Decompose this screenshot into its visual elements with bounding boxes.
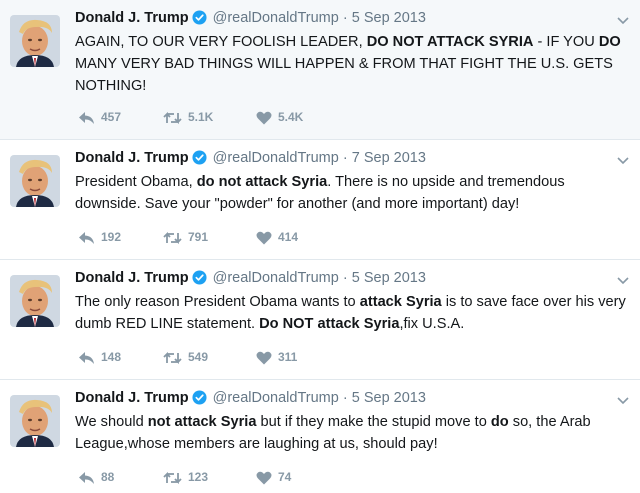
tweet-text: President Obama, do not attack Syria. Th…	[75, 171, 626, 215]
avatar[interactable]	[10, 395, 60, 447]
display-name[interactable]: Donald J. Trump	[75, 390, 189, 406]
like-count: 414	[278, 230, 299, 244]
heart-icon	[256, 471, 272, 485]
bold-text-segment: do not attack Syria	[196, 174, 328, 190]
text-segment: AGAIN, TO OUR VERY FOOLISH LEADER,	[75, 34, 367, 50]
reply-button[interactable]: 148	[78, 350, 121, 365]
separator: ·	[342, 270, 348, 286]
avatar[interactable]	[10, 275, 60, 327]
retweet-icon	[163, 231, 182, 245]
tweet-header: Donald J. Trump @realDonaldTrump · 5 Sep…	[75, 390, 600, 409]
bold-text-segment: DO	[598, 34, 621, 50]
reply-button[interactable]: 88	[78, 470, 114, 485]
tweet-header: Donald J. Trump @realDonaldTrump · 7 Sep…	[75, 150, 600, 169]
tweet-header: Donald J. Trump @realDonaldTrump · 5 Sep…	[75, 270, 600, 289]
verified-badge-icon	[192, 390, 207, 409]
reply-button[interactable]: 192	[78, 230, 121, 245]
text-segment: President Obama,	[75, 174, 197, 190]
tweet-text: The only reason President Obama wants to…	[75, 291, 626, 335]
like-count: 5.4K	[278, 110, 304, 124]
verified-badge-icon	[192, 10, 207, 29]
text-segment: We should	[75, 414, 148, 430]
timestamp[interactable]: 5 Sep 2013	[352, 270, 426, 286]
reply-icon	[79, 472, 94, 484]
timestamp[interactable]: 7 Sep 2013	[352, 150, 426, 166]
retweet-count: 123	[188, 470, 209, 484]
reply-icon	[79, 232, 94, 244]
verified-badge-icon	[192, 270, 207, 289]
tweet-text: AGAIN, TO OUR VERY FOOLISH LEADER, DO NO…	[75, 31, 626, 97]
heart-icon	[256, 351, 272, 365]
chevron-down-icon[interactable]	[616, 272, 630, 290]
avatar[interactable]	[10, 15, 60, 67]
separator: ·	[342, 10, 348, 26]
avatar[interactable]	[10, 155, 60, 207]
retweet-count: 549	[188, 350, 209, 364]
like-button[interactable]: 5.4K	[256, 110, 303, 125]
like-button[interactable]: 414	[256, 230, 298, 245]
timestamp[interactable]: 5 Sep 2013	[352, 10, 426, 26]
retweet-button[interactable]: 5.1K	[163, 110, 213, 125]
like-count: 74	[278, 470, 292, 484]
reply-button[interactable]: 457	[78, 110, 121, 125]
separator: ·	[342, 390, 348, 406]
tweet[interactable]: Donald J. Trump @realDonaldTrump · 7 Sep…	[0, 140, 640, 260]
retweet-icon	[163, 471, 182, 485]
bold-text-segment: not attack Syria	[147, 414, 257, 430]
bold-text-segment: Do NOT attack Syria	[259, 316, 400, 332]
text-segment: MANY VERY BAD THINGS WILL HAPPEN & FROM …	[75, 56, 613, 94]
separator: ·	[342, 150, 348, 166]
display-name[interactable]: Donald J. Trump	[75, 270, 189, 286]
heart-icon	[256, 111, 272, 125]
timestamp[interactable]: 5 Sep 2013	[352, 390, 426, 406]
bold-text-segment: attack Syria	[359, 294, 442, 310]
display-name[interactable]: Donald J. Trump	[75, 10, 189, 26]
tweet-text: We should not attack Syria but if they m…	[75, 411, 626, 455]
retweet-icon	[163, 111, 182, 125]
retweet-count: 791	[188, 230, 209, 244]
display-name[interactable]: Donald J. Trump	[75, 150, 189, 166]
like-count: 311	[278, 350, 298, 364]
handle[interactable]: @realDonaldTrump	[213, 10, 339, 26]
chevron-down-icon[interactable]	[616, 12, 630, 30]
like-button[interactable]: 74	[256, 470, 291, 485]
tweet-header: Donald J. Trump @realDonaldTrump · 5 Sep…	[75, 10, 600, 29]
tweet[interactable]: Donald J. Trump @realDonaldTrump · 5 Sep…	[0, 380, 640, 493]
reply-count: 148	[101, 350, 122, 364]
retweet-count: 5.1K	[188, 110, 214, 124]
tweet-feed: Donald J. Trump @realDonaldTrump · 5 Sep…	[0, 0, 640, 493]
reply-count: 457	[101, 110, 122, 124]
reply-count: 88	[101, 470, 115, 484]
verified-badge-icon	[192, 150, 207, 169]
tweet[interactable]: Donald J. Trump @realDonaldTrump · 5 Sep…	[0, 260, 640, 380]
retweet-button[interactable]: 123	[163, 470, 208, 485]
reply-icon	[79, 112, 94, 124]
handle[interactable]: @realDonaldTrump	[213, 390, 339, 406]
chevron-down-icon[interactable]	[616, 152, 630, 170]
tweet[interactable]: Donald J. Trump @realDonaldTrump · 5 Sep…	[0, 0, 640, 140]
chevron-down-icon[interactable]	[616, 392, 630, 410]
heart-icon	[256, 231, 272, 245]
text-segment: ,fix U.S.A.	[399, 316, 465, 332]
retweet-icon	[163, 351, 182, 365]
retweet-button[interactable]: 549	[163, 350, 208, 365]
text-segment: - IF YOU	[533, 34, 599, 50]
text-segment: The only reason President Obama wants to	[75, 294, 360, 310]
retweet-button[interactable]: 791	[163, 230, 208, 245]
reply-count: 192	[101, 230, 122, 244]
reply-icon	[79, 352, 94, 364]
bold-text-segment: DO NOT ATTACK SYRIA	[366, 34, 534, 50]
like-button[interactable]: 311	[256, 350, 297, 365]
bold-text-segment: do	[490, 414, 509, 430]
text-segment: but if they make the stupid move to	[256, 414, 491, 430]
handle[interactable]: @realDonaldTrump	[213, 270, 339, 286]
handle[interactable]: @realDonaldTrump	[213, 150, 339, 166]
